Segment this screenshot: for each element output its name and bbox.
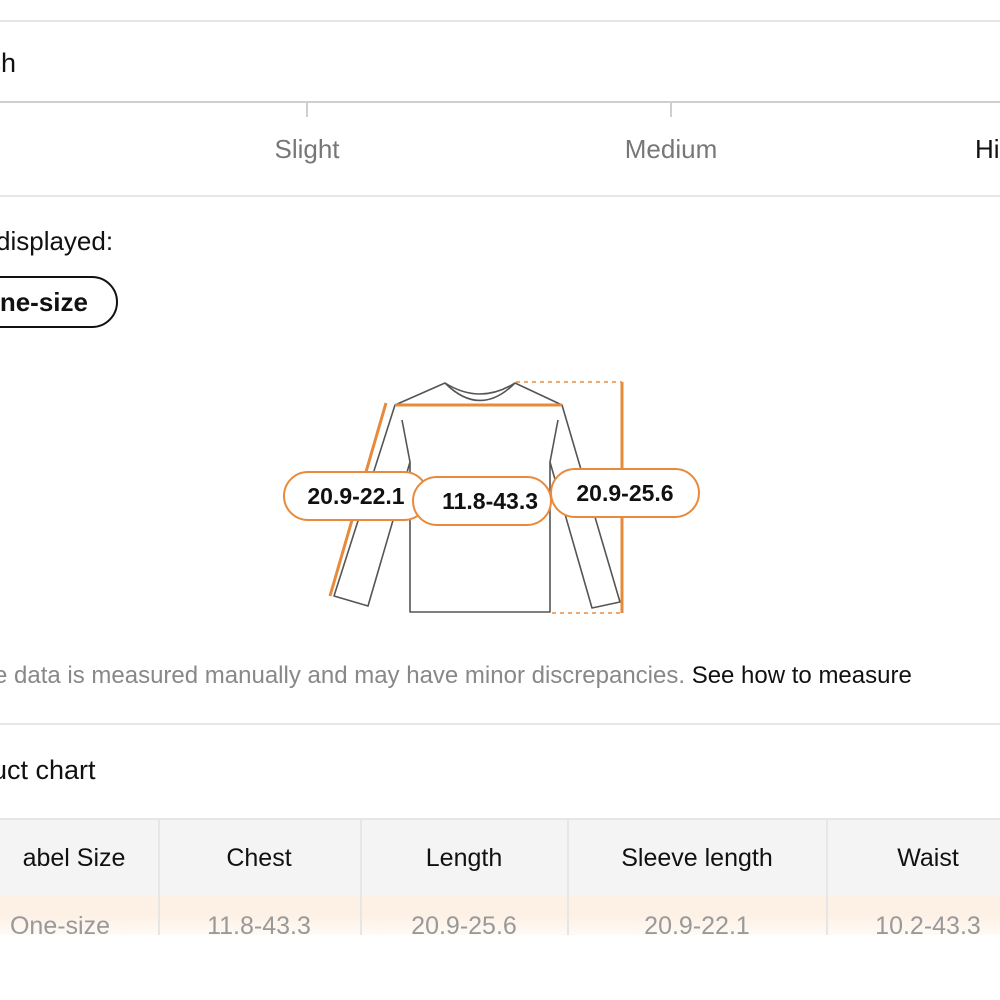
header-sleeve-length: Sleeve length <box>621 843 773 872</box>
column-separator <box>360 818 362 946</box>
stretch-scale-track <box>0 101 1000 103</box>
sizes-displayed-label: displayed: <box>0 226 114 256</box>
stretch-level-medium: Medium <box>624 134 718 164</box>
header-waist: Waist <box>897 843 959 872</box>
stretch-title: tch <box>0 48 17 78</box>
header-chest: Chest <box>226 843 292 872</box>
header-length: Length <box>425 843 503 872</box>
column-separator <box>158 818 160 946</box>
size-table-header: abel Size Chest Length Sleeve length Wai… <box>0 818 1000 896</box>
stretch-level-slight: Slight <box>274 134 340 164</box>
size-option-one-size[interactable]: ne-size <box>0 276 118 328</box>
section-divider <box>0 195 1000 197</box>
stretch-level-high: Hi <box>975 134 1000 164</box>
measurement-disclaimer: e data is measured manually and may have… <box>0 662 912 690</box>
how-to-measure-link[interactable]: See how to measure <box>692 662 912 689</box>
disclaimer-text: e data is measured manually and may have… <box>0 662 692 689</box>
length-measurement-label: 20.9-25.6 <box>550 468 700 518</box>
product-chart-title: luct chart <box>0 755 96 785</box>
section-divider-2 <box>0 723 1000 725</box>
size-option-label: ne-size <box>0 286 88 317</box>
bottom-cutoff <box>0 935 1000 1000</box>
sleeve-measurement-label: 20.9-22.1 <box>283 471 429 521</box>
column-separator <box>826 818 828 946</box>
stretch-tick-slight <box>306 101 308 117</box>
stretch-tick-medium <box>670 101 672 117</box>
column-separator <box>567 818 569 946</box>
chest-measurement-label: 11.8-43.3 <box>412 476 552 526</box>
header-label-size: abel Size <box>22 843 126 872</box>
garment-measurement-diagram: 20.9-22.1 11.8-43.3 20.9-25.6 <box>270 370 730 630</box>
top-divider <box>0 20 1000 22</box>
